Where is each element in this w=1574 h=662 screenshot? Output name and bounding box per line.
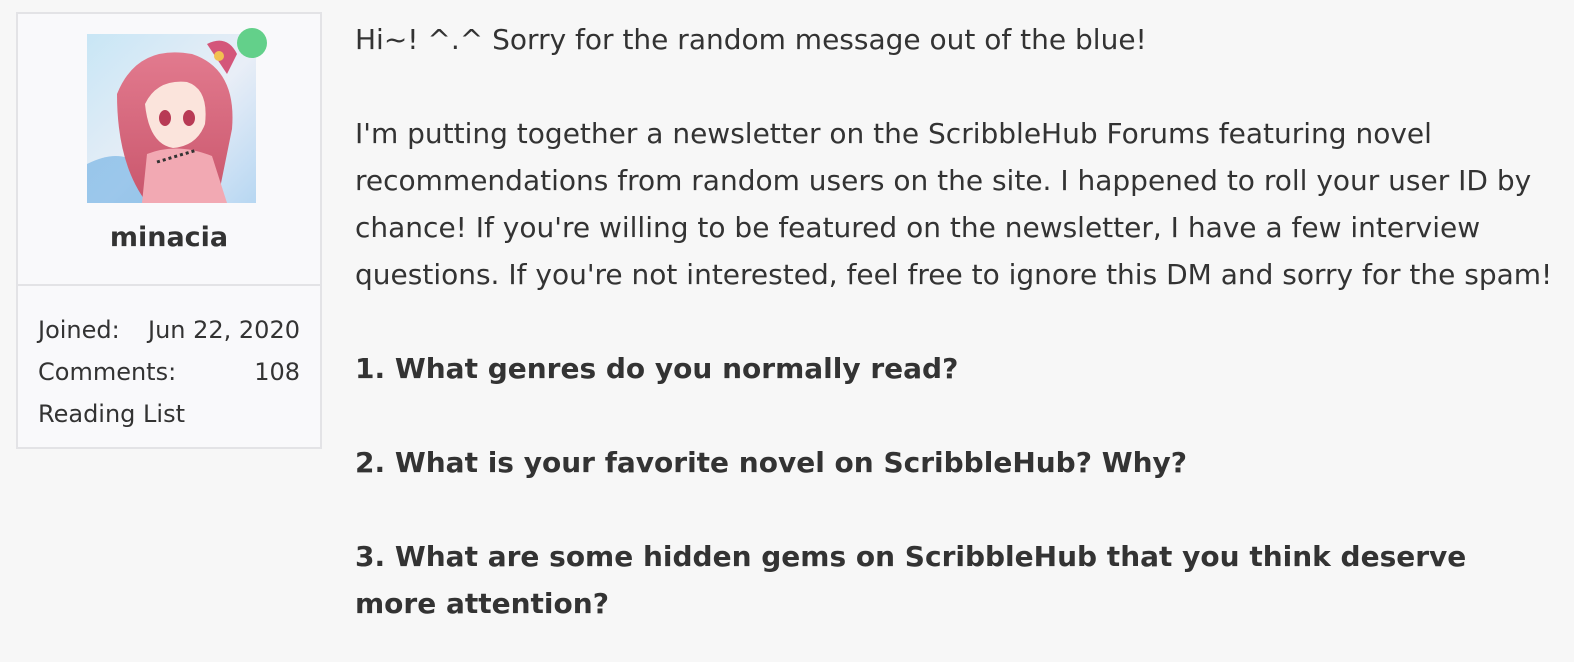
stat-label: Comments: xyxy=(38,358,177,386)
online-status-indicator xyxy=(237,28,267,58)
message-body: Hi~! ^.^ Sorry for the random message ou… xyxy=(355,16,1555,662)
question-1: 1. What genres do you normally read? xyxy=(355,352,959,385)
user-card-header: minacia xyxy=(18,14,320,286)
stat-label: Joined: xyxy=(38,316,120,344)
reading-list-link[interactable]: Reading List xyxy=(38,394,300,436)
stat-joined: Joined: Jun 22, 2020 xyxy=(38,310,300,352)
stat-comments: Comments: 108 xyxy=(38,352,300,394)
user-card: minacia Joined: Jun 22, 2020 Comments: 1… xyxy=(16,12,322,449)
avatar-image xyxy=(87,34,256,203)
question-3: 3. What are some hidden gems on Scribble… xyxy=(355,540,1467,620)
user-stats: Joined: Jun 22, 2020 Comments: 108 Readi… xyxy=(18,286,320,436)
stat-value[interactable]: 108 xyxy=(254,352,300,394)
message-intro: I'm putting together a newsletter on the… xyxy=(355,117,1553,291)
question-2: 2. What is your favorite novel on Scribb… xyxy=(355,446,1188,479)
username[interactable]: minacia xyxy=(18,222,320,253)
stat-value: Jun 22, 2020 xyxy=(147,316,300,344)
message-page: minacia Joined: Jun 22, 2020 Comments: 1… xyxy=(0,0,1574,662)
message-greeting: Hi~! ^.^ Sorry for the random message ou… xyxy=(355,23,1147,56)
avatar[interactable] xyxy=(87,34,256,203)
